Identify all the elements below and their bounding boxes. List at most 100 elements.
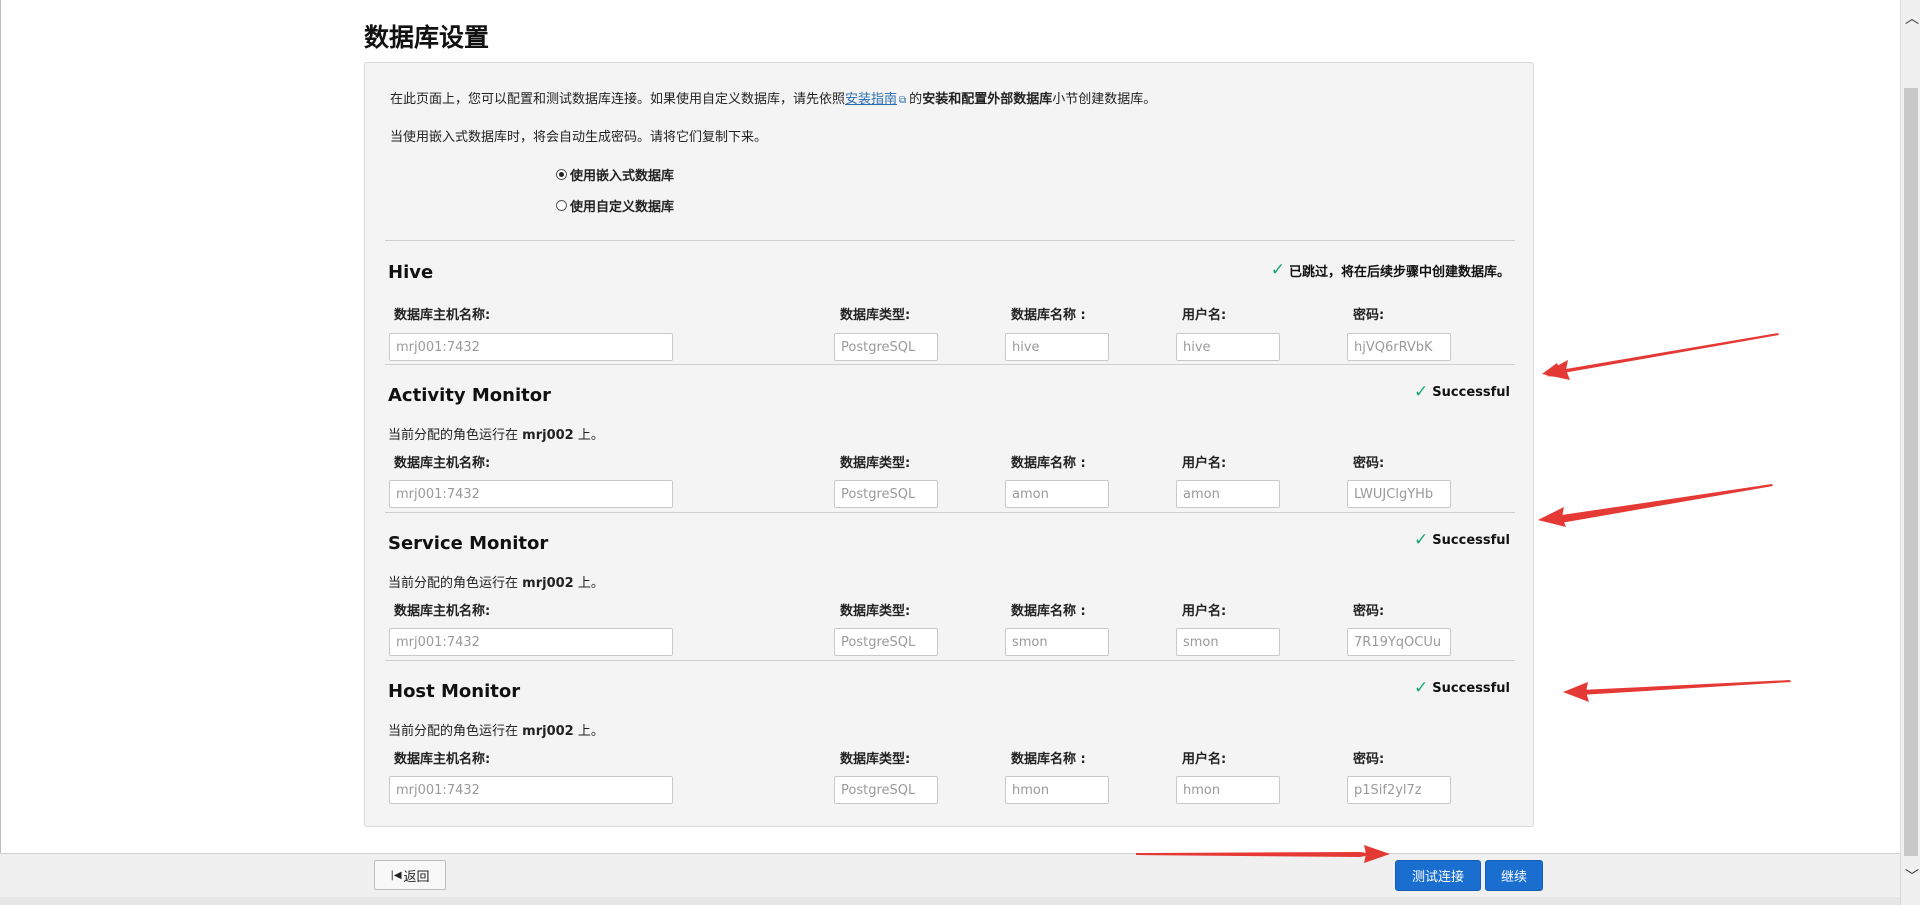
type-input[interactable] [834,333,938,361]
service-name: Service Monitor [388,533,549,554]
role-suffix: 上。 [577,724,604,739]
service-status-text: 已跳过，将在后续步骤中创建数据库。 [1288,265,1510,280]
radio-embedded-label: 使用嵌入式数据库 [570,169,675,184]
host-label: 数据库主机名称: [394,604,491,619]
continue-button[interactable]: 继续 [1485,860,1543,891]
user-input[interactable] [1176,333,1280,361]
service-status: ✓ Successful [1414,384,1510,401]
role-host: mrj002 [522,576,574,591]
section-divider [385,240,1515,241]
role-assignment-note: 当前分配的角色运行在 mrj002 上。 [388,720,604,739]
role-suffix: 上。 [577,576,604,591]
intro-text-part: 小节创建数据库。 [1052,92,1157,107]
service-name: Hive [388,262,434,283]
role-prefix: 当前分配的角色运行在 [388,576,519,591]
intro-bold-text: 安装和配置外部数据库 [922,92,1053,107]
password-input[interactable] [1347,333,1451,361]
service-status-text: Successful [1432,681,1510,696]
service-status: ✓ 已跳过，将在后续步骤中创建数据库。 [1270,260,1510,281]
intro-text-part: 的 [909,92,923,107]
check-icon: ✓ [1270,260,1285,280]
back-button[interactable]: |◀ 返回 [374,860,446,890]
back-icon: |◀ [390,869,402,881]
service-name: Host Monitor [388,681,521,702]
radio-embedded-db[interactable]: 使用嵌入式数据库 [556,165,674,184]
type-input[interactable] [834,480,938,508]
host-input[interactable] [389,776,673,804]
dbname-input[interactable] [1005,333,1109,361]
annotation-arrow [1563,680,1791,702]
host-label: 数据库主机名称: [394,308,491,323]
scroll-thumb[interactable] [1904,88,1918,856]
host-label: 数据库主机名称: [394,456,491,471]
role-assignment-note: 当前分配的角色运行在 mrj002 上。 [388,572,604,591]
section-divider [385,364,1515,365]
role-prefix: 当前分配的角色运行在 [388,428,519,443]
radio-unchecked-icon[interactable] [556,200,567,211]
user-label: 用户名: [1182,456,1227,471]
dbname-input[interactable] [1005,480,1109,508]
wizard-footer [0,853,1900,898]
type-label: 数据库类型: [840,456,911,471]
section-divider [385,512,1515,513]
dbname-input[interactable] [1005,628,1109,656]
user-label: 用户名: [1182,604,1227,619]
dbname-label: 数据库名称 : [1011,604,1086,619]
type-input[interactable] [834,776,938,804]
host-input[interactable] [389,480,673,508]
user-input[interactable] [1176,480,1280,508]
dbname-input[interactable] [1005,776,1109,804]
database-settings-panel [364,62,1534,827]
annotation-arrow [1542,333,1779,380]
role-suffix: 上。 [577,428,604,443]
intro-text: 在此页面上，您可以配置和测试数据库连接。如果使用自定义数据库，请先依照安装指南 ⧉… [390,88,1156,107]
check-icon: ✓ [1414,382,1429,402]
scroll-down-icon[interactable]: ﹀ [1905,866,1919,886]
check-icon: ✓ [1414,530,1429,550]
check-icon: ✓ [1414,678,1429,698]
radio-checked-icon[interactable] [556,169,567,180]
host-input[interactable] [389,333,673,361]
user-label: 用户名: [1182,308,1227,323]
dbname-label: 数据库名称 : [1011,752,1086,767]
annotation-arrow [1538,484,1773,527]
page-title: 数据库设置 [364,23,490,52]
radio-custom-label: 使用自定义数据库 [570,200,675,215]
password-input[interactable] [1347,776,1451,804]
intro-text-part: 在此页面上，您可以配置和测试数据库连接。如果使用自定义数据库，请先依照 [390,92,846,107]
type-label: 数据库类型: [840,604,911,619]
role-host: mrj002 [522,724,574,739]
type-input[interactable] [834,628,938,656]
back-label: 返回 [403,869,430,885]
radio-custom-db[interactable]: 使用自定义数据库 [556,196,674,215]
type-label: 数据库类型: [840,308,911,323]
user-input[interactable] [1176,628,1280,656]
service-status-text: Successful [1432,385,1510,400]
password-label: 密码: [1353,456,1385,471]
password-input[interactable] [1347,480,1451,508]
host-input[interactable] [389,628,673,656]
external-link-icon: ⧉ [899,95,907,106]
type-label: 数据库类型: [840,752,911,767]
role-prefix: 当前分配的角色运行在 [388,724,519,739]
vertical-scrollbar[interactable]: ︿ ﹀ [1900,0,1920,905]
user-label: 用户名: [1182,752,1227,767]
host-label: 数据库主机名称: [394,752,491,767]
taskbar-strip [0,897,1900,905]
user-input[interactable] [1176,776,1280,804]
service-status: ✓ Successful [1414,532,1510,549]
password-label: 密码: [1353,308,1385,323]
test-connection-button[interactable]: 测试连接 [1395,860,1481,891]
section-divider [385,660,1515,661]
password-label: 密码: [1353,752,1385,767]
password-label: 密码: [1353,604,1385,619]
service-status: ✓ Successful [1414,680,1510,697]
embedded-password-note: 当使用嵌入式数据库时，将会自动生成密码。请将它们复制下来。 [390,130,768,145]
password-input[interactable] [1347,628,1451,656]
service-name: Activity Monitor [388,385,551,406]
dbname-label: 数据库名称 : [1011,308,1086,323]
install-guide-link[interactable]: 安装指南 [845,92,897,107]
dbname-label: 数据库名称 : [1011,456,1086,471]
scroll-up-icon[interactable]: ︿ [1905,8,1919,28]
role-assignment-note: 当前分配的角色运行在 mrj002 上。 [388,424,604,443]
